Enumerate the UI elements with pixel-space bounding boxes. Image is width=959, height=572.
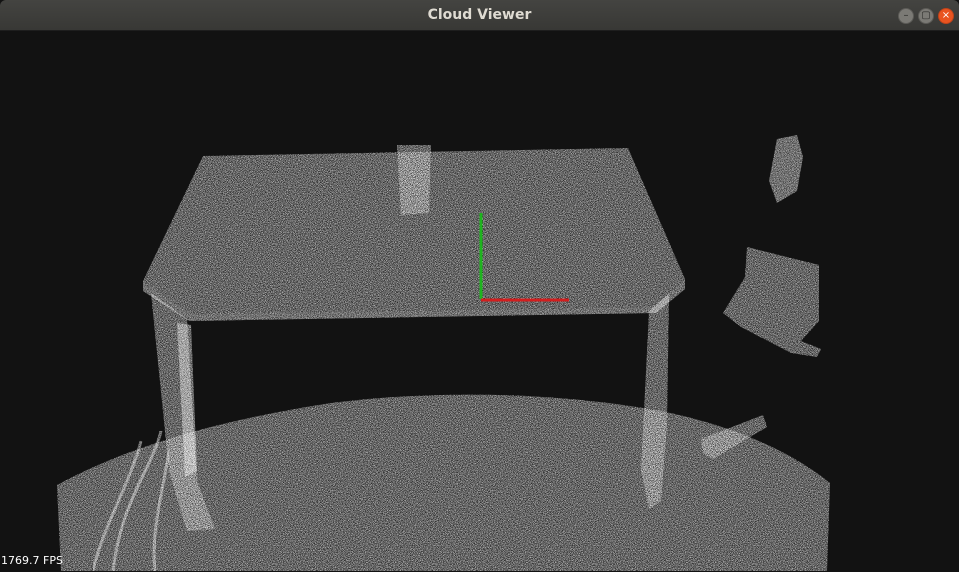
minimize-button[interactable]: – [898,8,914,24]
point-cloud-viewport[interactable] [1,31,958,571]
window-title: Cloud Viewer [427,7,532,23]
chair-point-cloud [723,247,821,357]
box-on-table-point-cloud [397,145,431,215]
close-button[interactable]: × [938,8,954,24]
cloud-viewer-window: Cloud Viewer – ▢ × 1769.7 FPS [0,0,959,572]
point-cloud-render [57,135,830,571]
background-object-point-cloud [769,135,803,203]
maximize-button[interactable]: ▢ [918,8,934,24]
fps-counter: 1769.7 FPS [1,554,63,567]
title-bar[interactable]: Cloud Viewer – ▢ × [0,0,959,31]
